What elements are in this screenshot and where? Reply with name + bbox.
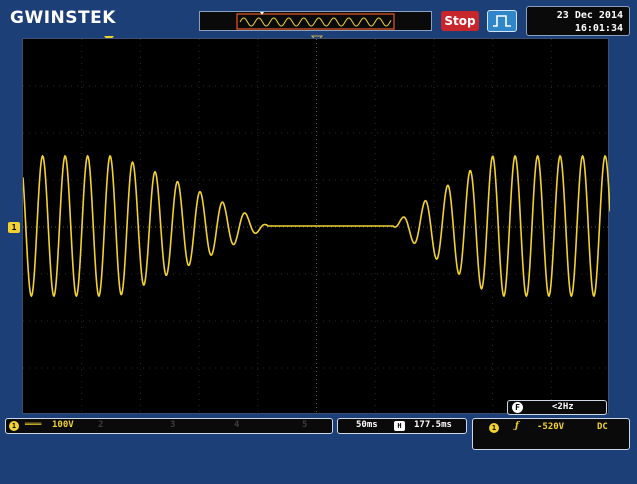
- channel1-ground-marker[interactable]: 1: [8, 222, 20, 233]
- trigger-source-badge: 1: [489, 423, 499, 433]
- brand-logo: GWINSTEK: [10, 8, 116, 28]
- channel4-label: 4: [234, 420, 240, 430]
- trigger-slope-icon: ƒ: [515, 421, 519, 431]
- channel3-label: 3: [170, 420, 176, 430]
- date-text: 23 Dec 2014: [556, 10, 623, 21]
- oscilloscope-frame: GWINSTEK Stop 23 Dec 2014 16:01:34 1 F <…: [0, 0, 637, 484]
- top-bar: GWINSTEK Stop 23 Dec 2014 16:01:34: [0, 0, 637, 38]
- timebase-scale: 50ms: [356, 420, 378, 430]
- edge-trigger-glyph: [493, 15, 511, 27]
- trigger-status[interactable]: 1 ƒ -520V DC: [472, 418, 630, 450]
- memory-overview[interactable]: [199, 11, 432, 31]
- trigger-coupling: DC: [597, 422, 608, 432]
- date-time-display: 23 Dec 2014 16:01:34: [526, 6, 630, 36]
- frequency-counter: F <2Hz: [507, 400, 607, 415]
- frequency-value: <2Hz: [552, 402, 574, 412]
- channel1-badge: 1: [9, 421, 19, 431]
- horizontal-position-value: 177.5ms: [414, 420, 452, 430]
- channel2-label: 2: [98, 420, 104, 430]
- channel5-label: 5: [302, 420, 308, 430]
- edge-trigger-icon[interactable]: [487, 10, 517, 32]
- channel1-scale: 100V: [52, 420, 74, 430]
- waveform-display[interactable]: [22, 38, 610, 415]
- waveform-graticule: [23, 39, 610, 415]
- run-stop-button[interactable]: Stop: [441, 11, 479, 31]
- memory-overview-waveform: [236, 12, 395, 30]
- frequency-counter-icon: F: [512, 402, 523, 413]
- channel1-coupling: ═══: [25, 420, 42, 430]
- time-text: 16:01:34: [574, 23, 623, 34]
- trigger-level: -520V: [537, 422, 565, 432]
- channel-status-bar[interactable]: 1 ═══ 100V 2 3 4 5: [5, 418, 333, 434]
- timebase-status[interactable]: 50ms H 177.5ms: [337, 418, 467, 434]
- horizontal-position-icon: H: [394, 421, 405, 431]
